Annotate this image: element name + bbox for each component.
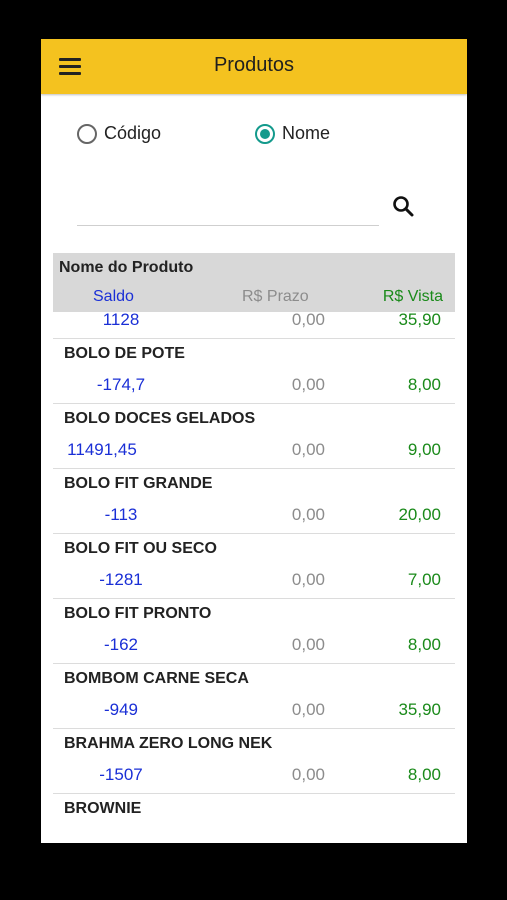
header-vista: R$ Vista bbox=[382, 288, 443, 305]
item-prazo: 0,00 bbox=[291, 312, 325, 329]
list-item[interactable]: BOMBOM CARNE SECA -949 0,00 35,90 bbox=[53, 664, 455, 729]
item-vista: 8,00 bbox=[407, 765, 441, 784]
radio-codigo-circle[interactable] bbox=[77, 123, 97, 144]
search-icon[interactable] bbox=[391, 194, 417, 220]
list-item[interactable]: BROWNIE bbox=[53, 794, 455, 843]
item-name: BOLO FIT OU SECO bbox=[64, 540, 217, 557]
item-name: BOLO DE POTE bbox=[64, 345, 185, 362]
item-vista: 35,90 bbox=[398, 312, 441, 329]
radio-nome-circle[interactable] bbox=[255, 123, 275, 144]
search-mode-group: Código Nome bbox=[77, 123, 467, 149]
app-bar: Produtos bbox=[41, 39, 467, 94]
item-name: BRAHMA ZERO LONG NEK bbox=[64, 735, 273, 752]
item-saldo: -113 bbox=[104, 505, 138, 524]
list-item[interactable]: BOLO FIT OU SECO -1281 0,00 7,00 bbox=[53, 534, 455, 599]
item-saldo: 1128 bbox=[102, 312, 140, 329]
header-product-name: Nome do Produto bbox=[59, 259, 194, 276]
item-saldo: -1281 bbox=[99, 570, 143, 589]
item-vista: 8,00 bbox=[407, 375, 441, 394]
item-saldo: -174,7 bbox=[96, 375, 146, 394]
list-item[interactable]: BOLO FIT PRONTO -162 0,00 8,00 bbox=[53, 599, 455, 664]
table-header: Nome do Produto Saldo R$ Prazo R$ Vista bbox=[53, 253, 455, 312]
item-name: BROWNIE bbox=[64, 800, 142, 817]
item-name: BOMBOM CARNE SECA bbox=[64, 670, 249, 687]
page-title: Produtos bbox=[213, 54, 295, 76]
item-saldo: -162 bbox=[103, 635, 139, 654]
item-vista: 35,90 bbox=[398, 700, 441, 719]
radio-codigo[interactable]: Código bbox=[77, 123, 161, 144]
item-prazo: 0,00 bbox=[291, 635, 325, 654]
item-prazo: 0,00 bbox=[291, 700, 325, 719]
product-list[interactable]: 1128 0,00 35,90 BOLO DE POTE -174,7 0,00… bbox=[53, 312, 455, 843]
radio-nome-label: Nome bbox=[282, 123, 331, 143]
item-prazo: 0,00 bbox=[291, 765, 325, 784]
item-prazo: 0,00 bbox=[291, 375, 325, 394]
list-item[interactable]: BOLO FIT GRANDE -113 0,00 20,00 bbox=[53, 469, 455, 534]
item-saldo: -1507 bbox=[99, 765, 143, 784]
header-prazo: R$ Prazo bbox=[242, 288, 309, 305]
item-vista: 20,00 bbox=[398, 505, 441, 524]
search-input[interactable] bbox=[77, 199, 379, 226]
radio-nome[interactable]: Nome bbox=[255, 123, 330, 144]
item-prazo: 0,00 bbox=[291, 570, 325, 589]
item-vista: 7,00 bbox=[407, 570, 441, 589]
list-item[interactable]: BRAHMA ZERO LONG NEK -1507 0,00 8,00 bbox=[53, 729, 455, 794]
item-prazo: 0,00 bbox=[291, 505, 325, 524]
list-item[interactable]: BOLO DE POTE -174,7 0,00 8,00 bbox=[53, 339, 455, 404]
list-item[interactable]: 1128 0,00 35,90 bbox=[53, 312, 455, 339]
item-saldo: -949 bbox=[103, 700, 139, 719]
header-saldo: Saldo bbox=[93, 288, 134, 305]
radio-codigo-label: Código bbox=[104, 123, 162, 143]
list-item[interactable]: BOLO DOCES GELADOS 11491,45 0,00 9,00 bbox=[53, 404, 455, 469]
item-vista: 9,00 bbox=[407, 440, 441, 459]
item-vista: 8,00 bbox=[407, 635, 441, 654]
item-saldo: 11491,45 bbox=[67, 440, 137, 459]
app-screen: Produtos Código Nome Nome do Produto Sal… bbox=[41, 39, 467, 843]
item-name: BOLO DOCES GELADOS bbox=[64, 410, 256, 427]
item-name: BOLO FIT PRONTO bbox=[64, 605, 212, 622]
item-name: BOLO FIT GRANDE bbox=[64, 475, 213, 492]
item-prazo: 0,00 bbox=[291, 440, 325, 459]
